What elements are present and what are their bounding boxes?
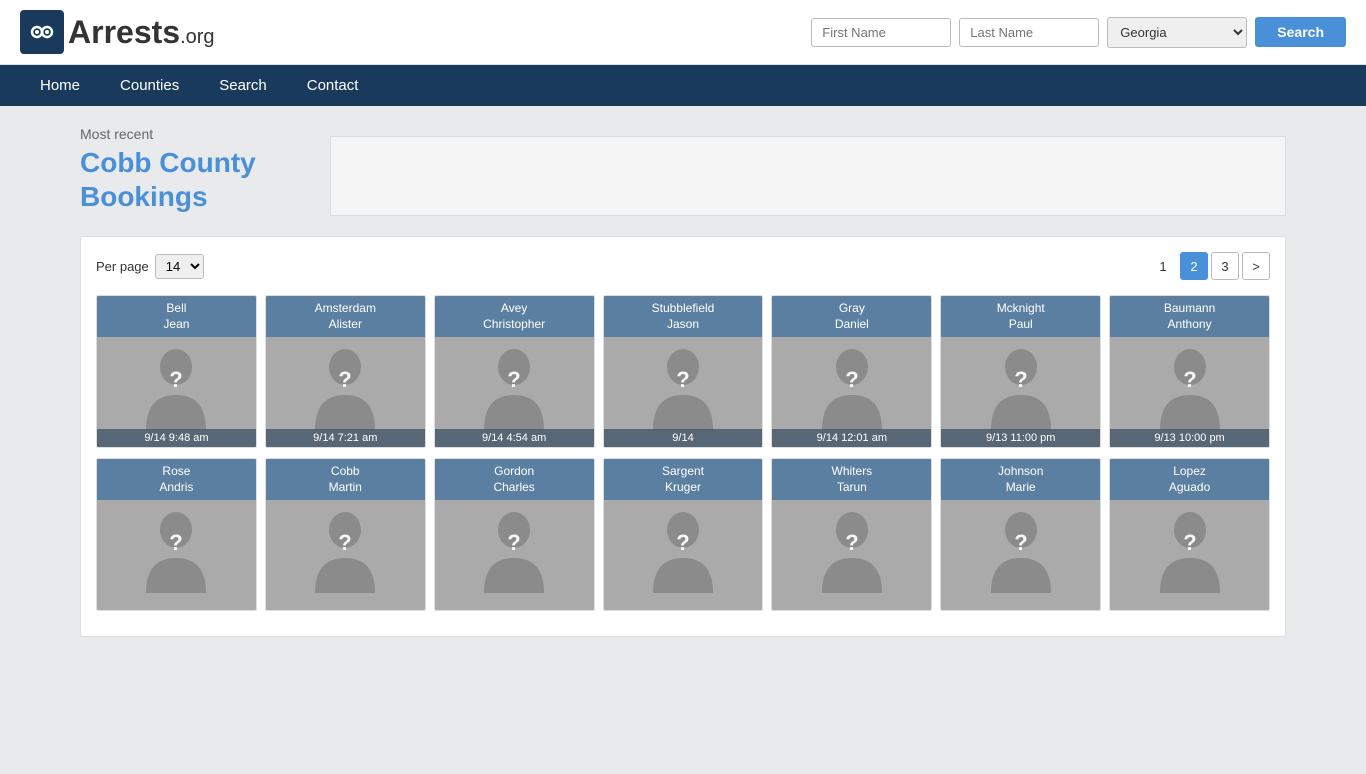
person-photo: ? 9/13 11:00 pm (941, 337, 1100, 447)
navbar: Home Counties Search Contact (0, 65, 1366, 106)
person-card[interactable]: AveyChristopher ? 9/14 4:54 am (434, 295, 595, 448)
person-photo: ? 9/14 4:54 am (435, 337, 594, 447)
title-section: Most recent Cobb County Bookings (80, 126, 300, 216)
person-photo: ? 9/14 9:48 am (97, 337, 256, 447)
person-card[interactable]: StubblefieldJason ? 9/14 (603, 295, 764, 448)
person-grid-row1: BellJean ? 9/14 9:48 amAmsterdamAlister … (96, 295, 1270, 448)
person-card[interactable]: BellJean ? 9/14 9:48 am (96, 295, 257, 448)
person-card[interactable]: GrayDaniel ? 9/14 12:01 am (771, 295, 932, 448)
county-title: Cobb County Bookings (80, 146, 300, 213)
person-name-bar: BaumannAnthony (1110, 296, 1269, 337)
svg-text:?: ? (676, 367, 689, 392)
date-badge: 9/14 12:01 am (772, 429, 931, 447)
pagination: 1 2 3 > (1149, 252, 1270, 280)
logo-icon (20, 10, 64, 54)
person-photo: ? 9/14 7:21 am (266, 337, 425, 447)
person-photo: ? 9/14 12:01 am (772, 337, 931, 447)
header-search-button[interactable]: Search (1255, 17, 1346, 47)
person-name-bar: GordonCharles (435, 459, 594, 500)
person-photo: ? (266, 500, 425, 610)
logo-area: Arrests .org (20, 10, 215, 54)
per-page-select[interactable]: 7142128 (155, 254, 204, 279)
person-name-bar: WhitersTarun (772, 459, 931, 500)
nav-contact[interactable]: Contact (287, 65, 379, 106)
search-form: AlabamaAlaskaArizonaArkansasCaliforniaCo… (811, 17, 1346, 48)
date-badge: 9/13 10:00 pm (1110, 429, 1269, 447)
person-name-bar: AveyChristopher (435, 296, 594, 337)
content: Most recent Cobb County Bookings Per pag… (0, 106, 1366, 774)
date-badge: 9/14 4:54 am (435, 429, 594, 447)
person-photo: ? (435, 500, 594, 610)
nav-counties[interactable]: Counties (100, 65, 199, 106)
last-name-input[interactable] (959, 18, 1099, 47)
person-card[interactable]: LopezAguado ? (1109, 458, 1270, 611)
date-badge: 9/13 11:00 pm (941, 429, 1100, 447)
logo-suffix: .org (180, 26, 214, 49)
svg-text:?: ? (1183, 530, 1196, 555)
person-name-bar: CobbMartin (266, 459, 425, 500)
per-page-control: Per page 7142128 (96, 254, 204, 279)
person-card[interactable]: AmsterdamAlister ? 9/14 7:21 am (265, 295, 426, 448)
person-photo: ? (1110, 500, 1269, 610)
page-3[interactable]: 3 (1211, 252, 1239, 280)
person-name-bar: GrayDaniel (772, 296, 931, 337)
person-name-bar: RoseAndris (97, 459, 256, 500)
person-name-bar: BellJean (97, 296, 256, 337)
nav-home[interactable]: Home (20, 65, 100, 106)
person-name-bar: LopezAguado (1110, 459, 1269, 500)
svg-text:?: ? (339, 530, 352, 555)
person-grid-row2: RoseAndris ? CobbMartin ? GordonCharles … (96, 458, 1270, 611)
svg-text:?: ? (1014, 530, 1027, 555)
first-name-input[interactable] (811, 18, 951, 47)
person-card[interactable]: SargentKruger ? (603, 458, 764, 611)
person-card[interactable]: GordonCharles ? (434, 458, 595, 611)
person-card[interactable]: McknightPaul ? 9/13 11:00 pm (940, 295, 1101, 448)
person-card[interactable]: RoseAndris ? (96, 458, 257, 611)
person-photo: ? 9/14 (604, 337, 763, 447)
page-1[interactable]: 1 (1149, 252, 1177, 280)
page-2[interactable]: 2 (1180, 252, 1208, 280)
person-name-bar: JohnsonMarie (941, 459, 1100, 500)
person-card[interactable]: CobbMartin ? (265, 458, 426, 611)
person-card[interactable]: JohnsonMarie ? (940, 458, 1101, 611)
state-select[interactable]: AlabamaAlaskaArizonaArkansasCaliforniaCo… (1107, 17, 1247, 48)
controls-row: Per page 7142128 1 2 3 > (96, 252, 1270, 280)
page-title-area: Most recent Cobb County Bookings (80, 106, 1286, 226)
person-name-bar: AmsterdamAlister (266, 296, 425, 337)
date-badge: 9/14 7:21 am (266, 429, 425, 447)
svg-text:?: ? (507, 530, 520, 555)
date-badge: 9/14 9:48 am (97, 429, 256, 447)
page-next[interactable]: > (1242, 252, 1270, 280)
person-name-bar: StubblefieldJason (604, 296, 763, 337)
svg-text:?: ? (845, 530, 858, 555)
svg-text:?: ? (1014, 367, 1027, 392)
per-page-label: Per page (96, 259, 149, 274)
nav-search[interactable]: Search (199, 65, 287, 106)
svg-text:?: ? (1183, 367, 1196, 392)
svg-text:?: ? (845, 367, 858, 392)
logo-brand: Arrests (68, 14, 180, 51)
person-card[interactable]: BaumannAnthony ? 9/13 10:00 pm (1109, 295, 1270, 448)
svg-text:?: ? (170, 367, 183, 392)
person-card[interactable]: WhitersTarun ? (771, 458, 932, 611)
person-photo: ? (941, 500, 1100, 610)
svg-text:?: ? (507, 367, 520, 392)
svg-text:?: ? (676, 530, 689, 555)
person-photo: ? (97, 500, 256, 610)
svg-text:?: ? (339, 367, 352, 392)
ad-area (330, 136, 1286, 216)
header: Arrests .org AlabamaAlaskaArizonaArkansa… (0, 0, 1366, 65)
date-badge: 9/14 (604, 429, 763, 447)
svg-text:?: ? (170, 530, 183, 555)
person-name-bar: SargentKruger (604, 459, 763, 500)
person-photo: ? (604, 500, 763, 610)
person-photo: ? (772, 500, 931, 610)
person-name-bar: McknightPaul (941, 296, 1100, 337)
person-photo: ? 9/13 10:00 pm (1110, 337, 1269, 447)
cards-container: Per page 7142128 1 2 3 > BellJean ? 9/14… (80, 236, 1286, 637)
most-recent-label: Most recent (80, 126, 300, 142)
